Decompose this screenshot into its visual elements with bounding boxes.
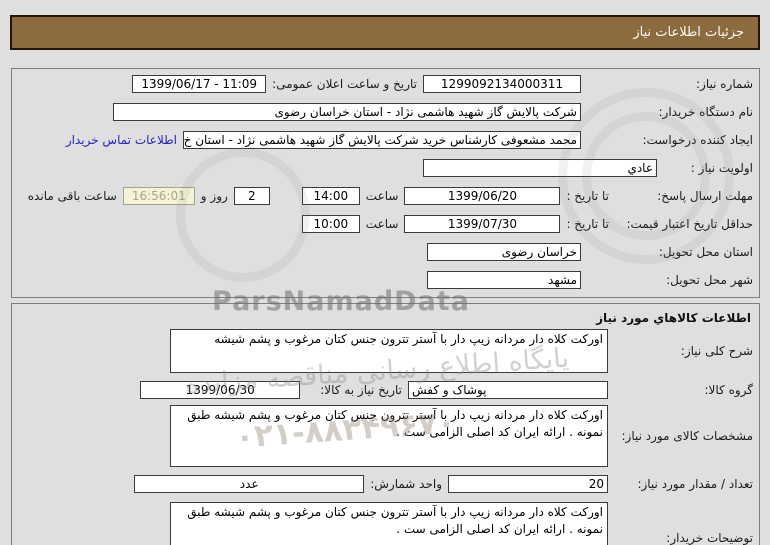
delivery-province-field[interactable]: خراسان رضوی [427, 243, 581, 261]
screen: ParsNamadData پایگاه اطلاع رسانی مناقصه … [0, 0, 770, 545]
row-general-desc: شرح کلی نیاز: اورکت کلاه دار مردانه زیپ … [18, 329, 753, 373]
request-info-panel: شماره نیاز: 1299092134000311 تاریخ و ساع… [11, 68, 760, 298]
requester-label: ایجاد کننده درخواست: [642, 133, 753, 147]
general-desc-area[interactable]: اورکت کلاه دار مردانه زیپ دار با آستر تت… [170, 329, 608, 373]
general-desc-label: شرح کلی نیاز: [680, 344, 753, 358]
buyer-contact-link[interactable]: اطلاعات تماس خریدار [66, 133, 177, 147]
row-goods-group: گروه کالا: پوشاک و کفش تاریخ نیاز به کال… [18, 381, 753, 399]
delivery-city-field[interactable]: مشهد [427, 271, 581, 289]
goods-group-label: گروه کالا: [704, 383, 754, 397]
need-date-label: تاریخ نیاز به کالا: [320, 383, 402, 397]
page-title: جزئیات اطلاعات نیاز [633, 25, 744, 40]
need-number-field[interactable]: 1299092134000311 [423, 75, 581, 93]
unit-label: واحد شمارش: [370, 477, 442, 491]
row-delivery-city: شهر محل تحویل: مشهد [18, 270, 753, 290]
priority-label: اولویت نیاز : [690, 161, 753, 175]
deadline-date-field[interactable]: 1399/06/20 [404, 187, 561, 205]
row-response-deadline: مهلت ارسال پاسخ: تا تاریخ : 1399/06/20 س… [18, 186, 753, 206]
delivery-province-label: استان محل تحویل: [658, 245, 753, 259]
goods-section-title: اطلاعات کالاهاي مورد نياز [596, 311, 751, 325]
row-quantity: تعداد / مقدار مورد نیاز: 20 واحد شمارش: … [18, 475, 753, 493]
buyer-org-field[interactable]: شرکت پالایش گاز شهید هاشمی نژاد - استان … [113, 103, 581, 121]
need-number-label: شماره نیاز: [696, 77, 753, 91]
goods-info-panel: اطلاعات کالاهاي مورد نياز شرح کلی نیاز: … [11, 303, 760, 545]
specs-area[interactable]: اورکت کلاه دار مردانه زیپ دار با آستر تت… [170, 405, 608, 467]
until-date-label: تا تاریخ : [566, 189, 609, 203]
unit-field[interactable]: عدد [134, 475, 365, 493]
validity-time-field[interactable]: 10:00 [301, 215, 360, 233]
validity-hour-label: ساعت [365, 217, 399, 231]
delivery-city-label: شهر محل تحویل: [666, 273, 753, 287]
quantity-label: تعداد / مقدار مورد نیاز: [637, 477, 753, 491]
validity-date-field[interactable]: 1399/07/30 [404, 215, 561, 233]
row-need-number: شماره نیاز: 1299092134000311 تاریخ و ساع… [18, 74, 753, 94]
hours-remaining-label: ساعت باقی مانده [27, 189, 117, 203]
price-validity-label: حداقل تاریخ اعتبار قیمت: [626, 216, 753, 231]
buyer-org-label: نام دستگاه خریدار: [658, 105, 754, 119]
row-buyer-notes: توضیحات خریدار: اورکت کلاه دار مردانه زی… [18, 502, 753, 545]
page-title-bar: جزئیات اطلاعات نیاز [10, 15, 760, 50]
days-and-label: روز و [200, 189, 228, 203]
deadline-time-field[interactable]: 14:00 [301, 187, 360, 205]
priority-field[interactable]: عادي [423, 159, 657, 177]
announce-datetime-label: تاریخ و ساعت اعلان عمومی: [272, 77, 417, 91]
row-buyer-org: نام دستگاه خریدار: شرکت پالایش گاز شهید … [18, 102, 753, 122]
row-price-validity: حداقل تاریخ اعتبار قیمت: تا تاریخ : 1399… [18, 214, 753, 234]
remaining-time-field: 16:56:01 [122, 187, 195, 205]
requester-field[interactable]: محمد مشعوفی کارشناس خرید شرکت پالایش گاز… [183, 131, 581, 149]
quantity-field[interactable]: 20 [448, 475, 608, 493]
row-specs: مشخصات کالای مورد نیاز: اورکت کلاه دار م… [18, 405, 753, 467]
specs-label: مشخصات کالای مورد نیاز: [621, 429, 753, 443]
row-requester: ایجاد کننده درخواست: محمد مشعوفی کارشناس… [18, 130, 753, 150]
buyer-notes-label: توضیحات خریدار: [666, 531, 753, 545]
need-date-field[interactable]: 1399/06/30 [140, 381, 301, 399]
announce-datetime-field[interactable]: 1399/06/17 - 11:09 [132, 75, 267, 93]
remaining-days-field[interactable]: 2 [233, 187, 270, 205]
response-deadline-label: مهلت ارسال پاسخ: [657, 188, 753, 203]
validity-until-date-label: تا تاریخ : [566, 217, 609, 231]
goods-group-field[interactable]: پوشاک و کفش [408, 381, 608, 399]
buyer-notes-area[interactable]: اورکت کلاه دار مردانه زیپ دار با آستر تت… [170, 502, 608, 545]
row-priority: اولویت نیاز : عادي [18, 158, 753, 178]
row-delivery-province: استان محل تحویل: خراسان رضوی [18, 242, 753, 262]
deadline-hour-label: ساعت [365, 189, 399, 203]
